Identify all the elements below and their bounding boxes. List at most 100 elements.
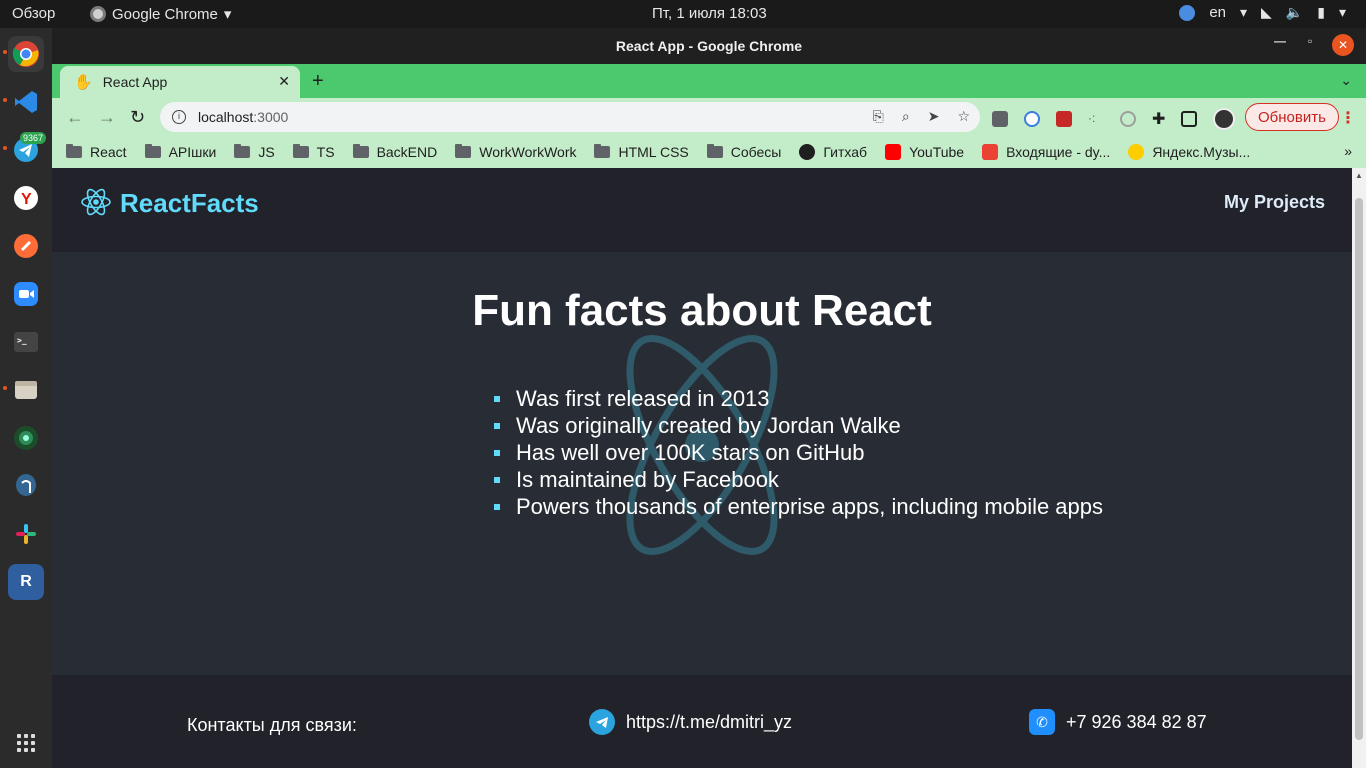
telegram-link[interactable]: https://t.me/dmitri_yz — [626, 712, 792, 733]
phone-number[interactable]: +7 926 384 82 87 — [1066, 712, 1207, 733]
url-host: localhost — [198, 109, 254, 125]
site-navbar: ReactFacts My Projects — [52, 168, 1352, 252]
new-tab-icon[interactable]: + — [312, 70, 324, 93]
extension-icon[interactable] — [992, 111, 1008, 127]
r-app-icon[interactable]: R — [8, 564, 44, 600]
keyboard-layout[interactable]: en — [1209, 4, 1226, 21]
bookmark-label: WorkWorkWork — [479, 144, 577, 160]
dropdown-icon: ▾ — [1240, 4, 1248, 20]
extension-icon[interactable]: ·: — [1088, 111, 1104, 127]
battery-icon[interactable]: ▮ — [1317, 4, 1325, 21]
telegram-contact[interactable]: https://t.me/dmitri_yz — [589, 709, 792, 735]
wifi-icon[interactable]: ◣ — [1261, 4, 1272, 21]
system-tray[interactable]: en ▾ ◣ 🔈 ▮ ▾ — [1179, 4, 1346, 21]
bookmark-item[interactable]: TS — [292, 144, 335, 160]
bookmark-item[interactable]: WorkWorkWork — [455, 144, 576, 160]
bookmark-item[interactable]: APIшки — [144, 144, 217, 160]
yandex-music-icon — [1128, 144, 1145, 160]
bookmark-item[interactable]: Собесы — [706, 144, 782, 160]
extension-icon[interactable] — [1024, 111, 1040, 127]
back-arrow-icon[interactable]: ← — [66, 107, 84, 128]
folder-icon — [706, 144, 723, 158]
slack-icon[interactable] — [8, 516, 44, 552]
page-heading: Fun facts about React — [472, 286, 932, 335]
activities-button[interactable]: Обзор — [12, 5, 55, 22]
bookmark-star-icon[interactable]: ☆ — [957, 108, 970, 125]
bookmark-label: Гитхаб — [823, 144, 868, 160]
fact-item: Has well over 100K stars on GitHub — [492, 439, 1103, 466]
page-scrollbar[interactable]: ▲ — [1352, 168, 1366, 768]
yandex-browser-icon[interactable]: Y — [8, 180, 44, 216]
bookmark-item[interactable]: Гитхаб — [799, 144, 867, 160]
show-applications-icon[interactable] — [17, 734, 35, 752]
bookmark-label: React — [90, 144, 127, 160]
bookmark-label: APIшки — [168, 144, 217, 160]
bookmark-label: TS — [316, 144, 335, 160]
bookmark-label: HTML CSS — [618, 144, 689, 160]
volume-icon[interactable]: 🔈 — [1286, 4, 1303, 21]
bookmark-item[interactable]: JS — [234, 144, 275, 160]
side-panel-icon[interactable] — [1181, 111, 1198, 127]
bookmark-label: Входящие - dy... — [1006, 144, 1111, 160]
reload-icon[interactable]: ↻ — [130, 107, 145, 128]
bookmark-item[interactable]: HTML CSS — [594, 144, 689, 160]
url-port: :3000 — [253, 109, 289, 125]
extension-icon[interactable] — [1120, 111, 1136, 127]
forward-arrow-icon[interactable]: → — [98, 107, 116, 128]
extensions-area: ·: ✚ — [992, 108, 1236, 130]
minimize-icon[interactable]: — — [1274, 34, 1286, 48]
tab-close-icon[interactable]: ✕ — [278, 73, 290, 90]
maximize-icon[interactable]: ▫ — [1308, 34, 1312, 48]
scrollbar-thumb[interactable] — [1355, 198, 1363, 740]
site-info-icon[interactable]: i — [172, 110, 186, 124]
update-button[interactable]: Обновить — [1245, 103, 1339, 131]
vscode-icon[interactable] — [8, 84, 44, 120]
my-projects-link[interactable]: My Projects — [1224, 192, 1325, 213]
power-menu-icon[interactable]: ▾ — [1339, 4, 1346, 21]
pgadmin-icon[interactable] — [8, 468, 44, 504]
bookmark-item[interactable]: Яндекс.Музы... — [1128, 144, 1250, 160]
chrome-dock-icon[interactable] — [8, 36, 44, 72]
react-logo-icon — [81, 188, 111, 216]
bookmark-label: YouTube — [909, 144, 965, 160]
more-menu-icon[interactable]: ⋮ — [1340, 108, 1356, 128]
folder-icon — [292, 144, 309, 158]
window-titlebar[interactable]: React App - Google Chrome — ▫ ✕ — [52, 28, 1366, 64]
running-indicator — [3, 50, 7, 54]
extensions-puzzle-icon[interactable]: ✚ — [1152, 109, 1165, 129]
zoom-icon[interactable]: ⌕ — [902, 108, 910, 125]
rhythmbox-icon[interactable] — [8, 420, 44, 456]
bookmark-item[interactable]: YouTube — [885, 144, 964, 160]
bookmark-item[interactable]: BackEND — [352, 144, 437, 160]
tab-react-app[interactable]: ✋ React App ✕ — [60, 66, 300, 98]
translate-icon[interactable]: ⎘ — [873, 108, 884, 125]
clock[interactable]: Пт, 1 июля 18:03 — [652, 5, 767, 22]
tab-search-chevron-icon[interactable]: ⌄ — [1340, 72, 1352, 89]
postman-icon[interactable] — [8, 228, 44, 264]
address-bar[interactable]: i localhost :3000 ⎘ ⌕ ➤ ☆ — [160, 102, 980, 132]
chrome-icon — [90, 6, 106, 22]
scroll-up-icon[interactable]: ▲ — [1355, 171, 1363, 180]
running-indicator — [3, 98, 7, 102]
app-menu[interactable]: Google Chrome ▾ — [90, 5, 231, 23]
terminal-icon[interactable]: >_ — [8, 324, 44, 360]
site-brand[interactable]: ReactFacts — [120, 188, 259, 219]
files-icon[interactable] — [8, 372, 44, 408]
bookmarks-overflow-icon[interactable]: » — [1344, 143, 1352, 159]
fact-item: Was first released in 2013 — [492, 385, 1103, 412]
profile-avatar[interactable] — [1213, 108, 1236, 130]
phone-contact[interactable]: ✆ +7 926 384 82 87 — [1029, 709, 1207, 735]
close-window-icon[interactable]: ✕ — [1332, 34, 1354, 56]
folder-icon — [455, 144, 472, 158]
bookmark-label: Собесы — [730, 144, 782, 160]
zoom-icon[interactable] — [8, 276, 44, 312]
gmail-icon — [982, 144, 999, 160]
app-menu-label: Google Chrome — [112, 5, 218, 23]
bookmark-item[interactable]: React — [66, 144, 127, 160]
share-icon[interactable]: ➤ — [928, 108, 940, 125]
extension-icon[interactable] — [1056, 111, 1072, 127]
network-globe-icon[interactable] — [1179, 4, 1196, 21]
bookmark-item[interactable]: Входящие - dy... — [982, 144, 1110, 160]
bookmark-label: JS — [258, 144, 275, 160]
chrome-window: React App - Google Chrome — ▫ ✕ ✋ React … — [52, 28, 1366, 768]
